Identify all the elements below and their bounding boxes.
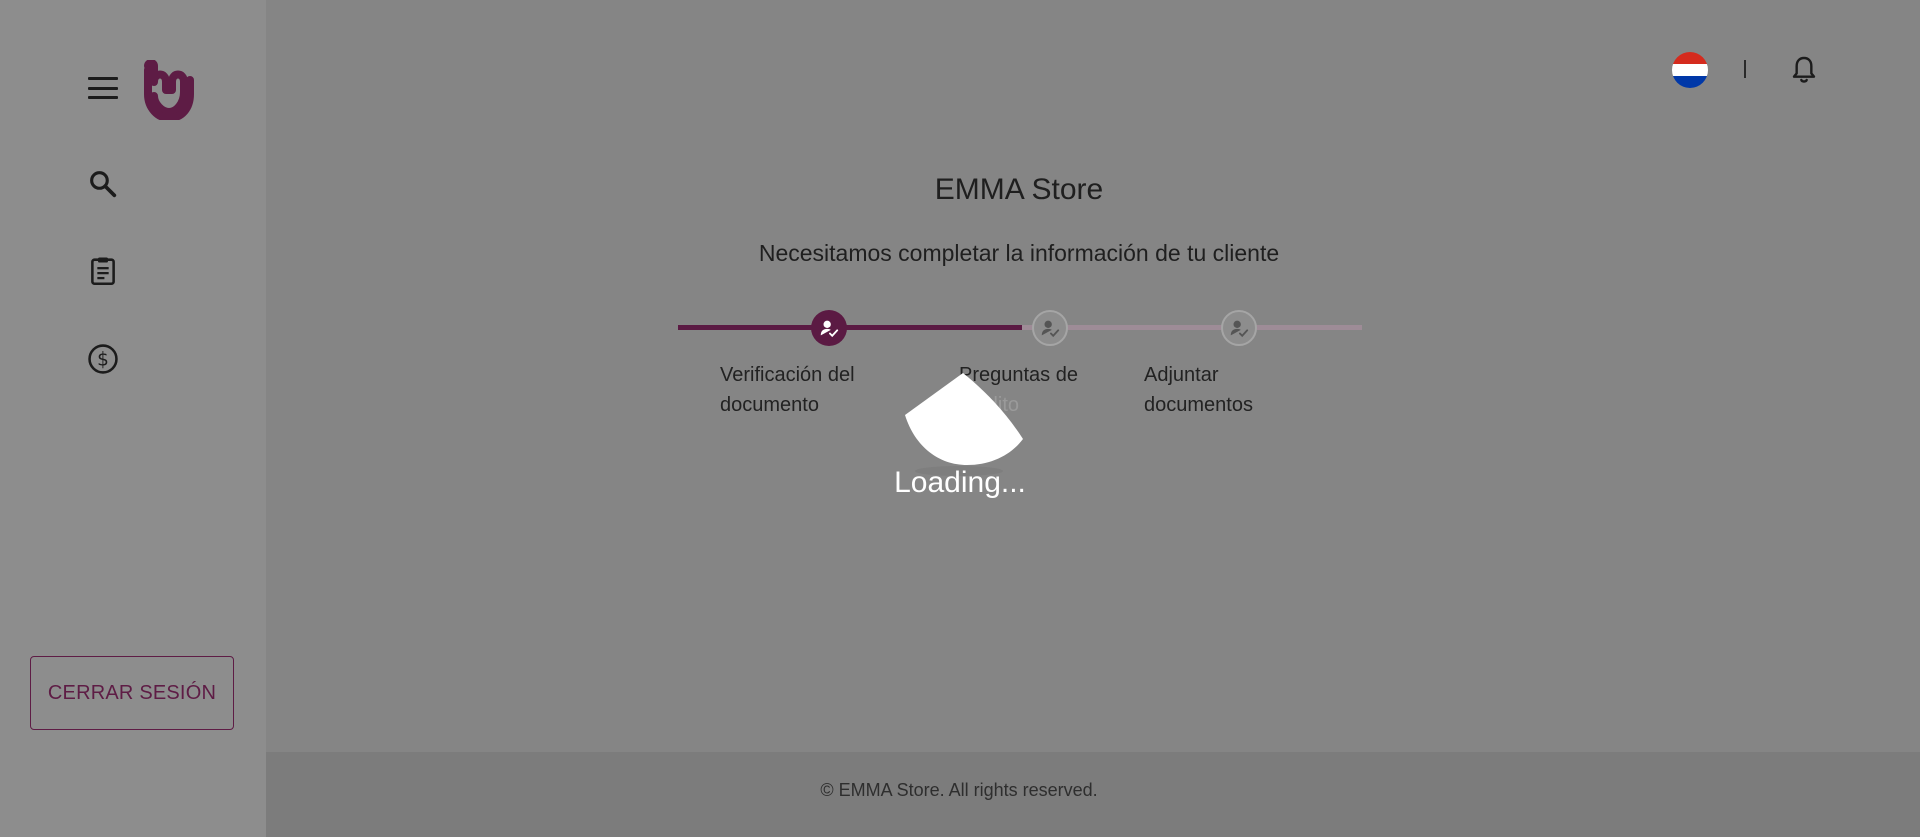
step-1-user-check-icon (811, 310, 847, 346)
app-root: $ CERRAR SESIÓN EMMA Store Necesitamos c… (0, 0, 1920, 837)
search-icon[interactable] (86, 167, 120, 201)
clipboard-icon[interactable] (86, 254, 120, 288)
loading-spinner-icon (905, 373, 1023, 476)
footer-copyright: © EMMA Store. All rights reserved. (820, 780, 1098, 800)
footer: © EMMA Store. All rights reserved. (266, 752, 1920, 837)
paraguay-flag-icon[interactable] (1672, 52, 1708, 88)
header-divider (1744, 60, 1746, 78)
step-1-label-line2: documento (720, 394, 819, 416)
step-3-label-line1: Adjuntar (1144, 364, 1219, 386)
menu-icon[interactable] (88, 77, 118, 99)
step-3-label: Adjuntar documentos (1144, 360, 1324, 420)
logout-button[interactable]: CERRAR SESIÓN (30, 656, 234, 730)
stepper-track-completed (678, 325, 1022, 330)
sidebar: $ CERRAR SESIÓN (0, 0, 266, 837)
loading-text: Loading... (894, 466, 1026, 499)
step-3-label-line2: documentos (1144, 394, 1253, 416)
dollar-icon[interactable]: $ (86, 342, 120, 376)
step-3-user-check-icon (1221, 310, 1257, 346)
page-title: EMMA Store (934, 173, 1104, 206)
svg-text:$: $ (97, 349, 109, 370)
step-2-user-check-icon (1032, 310, 1068, 346)
step-1-label: Verificación del documento (720, 360, 900, 420)
page-subtitle: Necesitamos completar la información de … (758, 240, 1280, 266)
stepper-track-pending (1022, 325, 1362, 330)
bell-icon[interactable] (1788, 53, 1820, 87)
step-1-label-line1: Verificación del (720, 364, 855, 386)
brand-logo[interactable] (142, 60, 196, 120)
main-content: EMMA Store Necesitamos completar la info… (266, 0, 1920, 837)
